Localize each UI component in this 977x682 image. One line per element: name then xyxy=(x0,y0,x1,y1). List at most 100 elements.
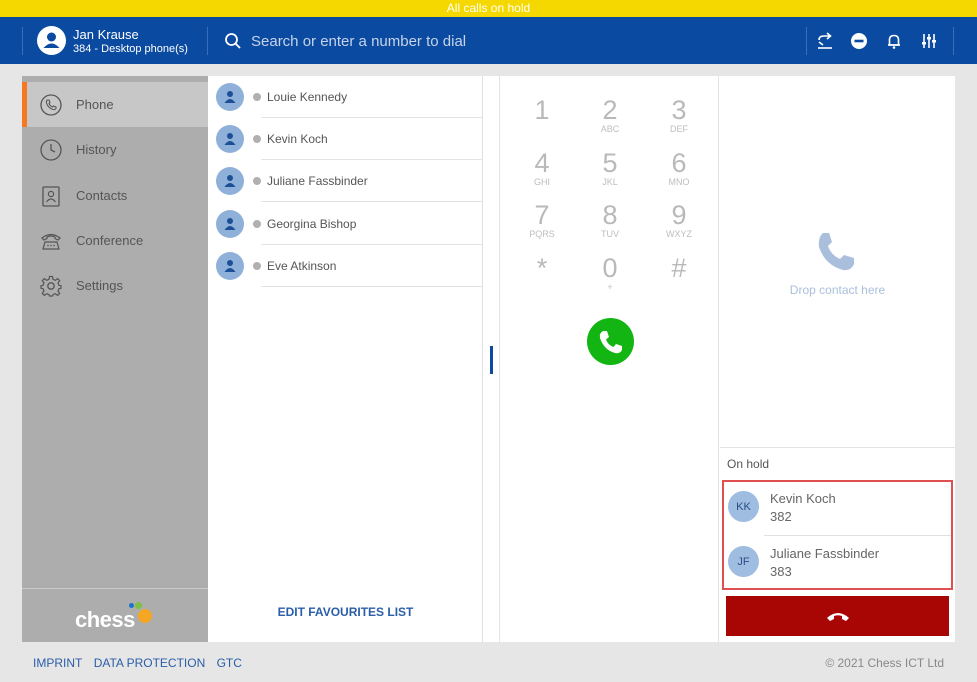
favourite-item[interactable]: Kevin Koch xyxy=(208,118,483,160)
avatar: JF xyxy=(728,546,759,577)
contact-card-icon xyxy=(40,185,62,207)
footer-links: IMPRINT DATA PROTECTION GTC xyxy=(33,656,250,670)
user-avatar[interactable] xyxy=(37,26,66,55)
all-calls-on-hold-banner: All calls on hold xyxy=(0,0,977,17)
key-digit: 8 xyxy=(602,200,618,230)
clock-icon xyxy=(40,138,62,161)
data-protection-link[interactable]: DATA PROTECTION xyxy=(94,656,206,670)
favourite-name: Juliane Fassbinder xyxy=(267,174,368,188)
copyright-text: © 2021 Chess ICT Ltd xyxy=(825,656,944,670)
caller-name: Juliane Fassbinder xyxy=(770,546,880,561)
hangup-button[interactable] xyxy=(726,596,949,636)
dialpad-key-1[interactable]: 1 xyxy=(514,96,570,146)
person-icon xyxy=(216,83,244,111)
presence-dot xyxy=(253,135,261,143)
key-letters: + xyxy=(607,282,613,292)
dialpad-key-5[interactable]: 5 JKL xyxy=(582,149,638,199)
key-letters: TUV xyxy=(601,229,619,239)
divider xyxy=(261,201,483,202)
dialpad-key-hash[interactable]: # xyxy=(651,254,707,304)
caller-number: 382 xyxy=(770,509,792,524)
key-digit: 3 xyxy=(671,95,687,125)
key-letters: DEF xyxy=(670,124,688,134)
logo-mark xyxy=(135,602,142,609)
phone-icon xyxy=(818,233,854,271)
dialpad-key-3[interactable]: 3 DEF xyxy=(651,96,707,146)
sidebar-item-contacts[interactable]: Contacts xyxy=(22,173,208,218)
bell-icon[interactable] xyxy=(882,29,906,53)
do-not-disturb-icon[interactable] xyxy=(847,29,871,53)
dialpad-key-7[interactable]: 7 PQRS xyxy=(514,201,570,251)
favourite-item[interactable]: Eve Atkinson xyxy=(208,245,483,287)
favourite-item[interactable]: Georgina Bishop xyxy=(208,203,483,245)
dialpad-key-4[interactable]: 4 GHI xyxy=(514,149,570,199)
call-button[interactable] xyxy=(587,318,634,365)
drop-hint: Drop contact here xyxy=(789,283,886,297)
key-digit: 7 xyxy=(534,200,550,230)
key-letters: JKL xyxy=(602,177,618,187)
sidebar-item-settings[interactable]: Settings xyxy=(22,263,208,308)
dialpad-key-9[interactable]: 9 WXYZ xyxy=(651,201,707,251)
sidebar-item-label: Conference xyxy=(76,233,144,248)
search-icon xyxy=(224,32,242,50)
logo-mark xyxy=(129,603,134,608)
logo-mark xyxy=(138,609,152,623)
key-digit: * xyxy=(536,253,548,283)
presence-dot xyxy=(253,177,261,185)
divider xyxy=(261,286,483,287)
favourite-name: Georgina Bishop xyxy=(267,217,357,231)
favourite-name: Eve Atkinson xyxy=(267,259,337,273)
person-icon xyxy=(216,125,244,153)
sidebar-item-phone[interactable]: Phone xyxy=(22,82,208,127)
dialpad: 1 2 ABC 3 DEF 4 GHI 5 JKL 6 MNO 7 PQRS 8 xyxy=(499,76,719,642)
person-icon xyxy=(216,210,244,238)
key-digit: 0 xyxy=(602,253,618,283)
sidebar-item-conference[interactable]: Conference xyxy=(22,218,208,263)
dialpad-key-2[interactable]: 2 ABC xyxy=(582,96,638,146)
presence-dot xyxy=(253,220,261,228)
key-digit: 1 xyxy=(534,95,550,125)
key-digit: 2 xyxy=(602,95,618,125)
on-hold-call[interactable]: KK Kevin Koch 382 xyxy=(724,482,951,536)
sidebar-item-label: History xyxy=(76,142,117,157)
imprint-link[interactable]: IMPRINT xyxy=(33,656,82,670)
header-divider xyxy=(953,27,954,55)
person-icon xyxy=(216,167,244,195)
phone-icon xyxy=(599,330,622,353)
favourite-item[interactable]: Juliane Fassbinder xyxy=(208,160,483,202)
key-letters: MNO xyxy=(668,177,690,187)
key-letters: PQRS xyxy=(529,229,555,239)
key-letters: WXYZ xyxy=(666,229,692,239)
presence-dot xyxy=(253,262,261,270)
key-digit: # xyxy=(671,253,687,283)
search-input[interactable] xyxy=(251,27,791,55)
hangup-phone-icon xyxy=(826,613,849,621)
key-digit: 5 xyxy=(602,148,618,178)
sidebar-footer: chess xyxy=(22,588,208,642)
sliders-icon[interactable] xyxy=(917,29,941,53)
dialpad-key-star[interactable]: * xyxy=(514,254,570,304)
gear-icon xyxy=(40,275,62,297)
dialpad-key-6[interactable]: 6 MNO xyxy=(651,149,707,199)
call-forward-icon[interactable] xyxy=(813,29,837,53)
dialpad-key-8[interactable]: 8 TUV xyxy=(582,201,638,251)
call-panel: Drop contact here On hold KK Kevin Koch … xyxy=(720,76,955,642)
favourite-name: Kevin Koch xyxy=(267,132,328,146)
sidebar-item-label: Phone xyxy=(76,97,114,112)
edit-favourites-button[interactable]: EDIT FAVOURITES LIST xyxy=(208,605,483,619)
favourites-list: Louie Kennedy Kevin Koch Juliane Fassbin… xyxy=(208,76,483,642)
contact-drop-zone[interactable]: Drop contact here xyxy=(720,76,955,448)
resize-handle[interactable] xyxy=(490,346,493,374)
favourite-name: Louie Kennedy xyxy=(267,90,348,104)
on-hold-call[interactable]: JF Juliane Fassbinder 383 xyxy=(724,537,951,590)
panel-divider xyxy=(484,76,499,642)
header-divider xyxy=(806,27,807,55)
gtc-link[interactable]: GTC xyxy=(217,656,242,670)
key-digit: 9 xyxy=(671,200,687,230)
sidebar: Phone History Contacts Conference Settin… xyxy=(22,76,208,642)
sidebar-item-history[interactable]: History xyxy=(22,127,208,172)
dialpad-key-0[interactable]: 0 + xyxy=(582,254,638,304)
on-hold-heading: On hold xyxy=(727,457,770,471)
favourite-item[interactable]: Louie Kennedy xyxy=(208,76,483,118)
key-letters: GHI xyxy=(533,177,550,187)
